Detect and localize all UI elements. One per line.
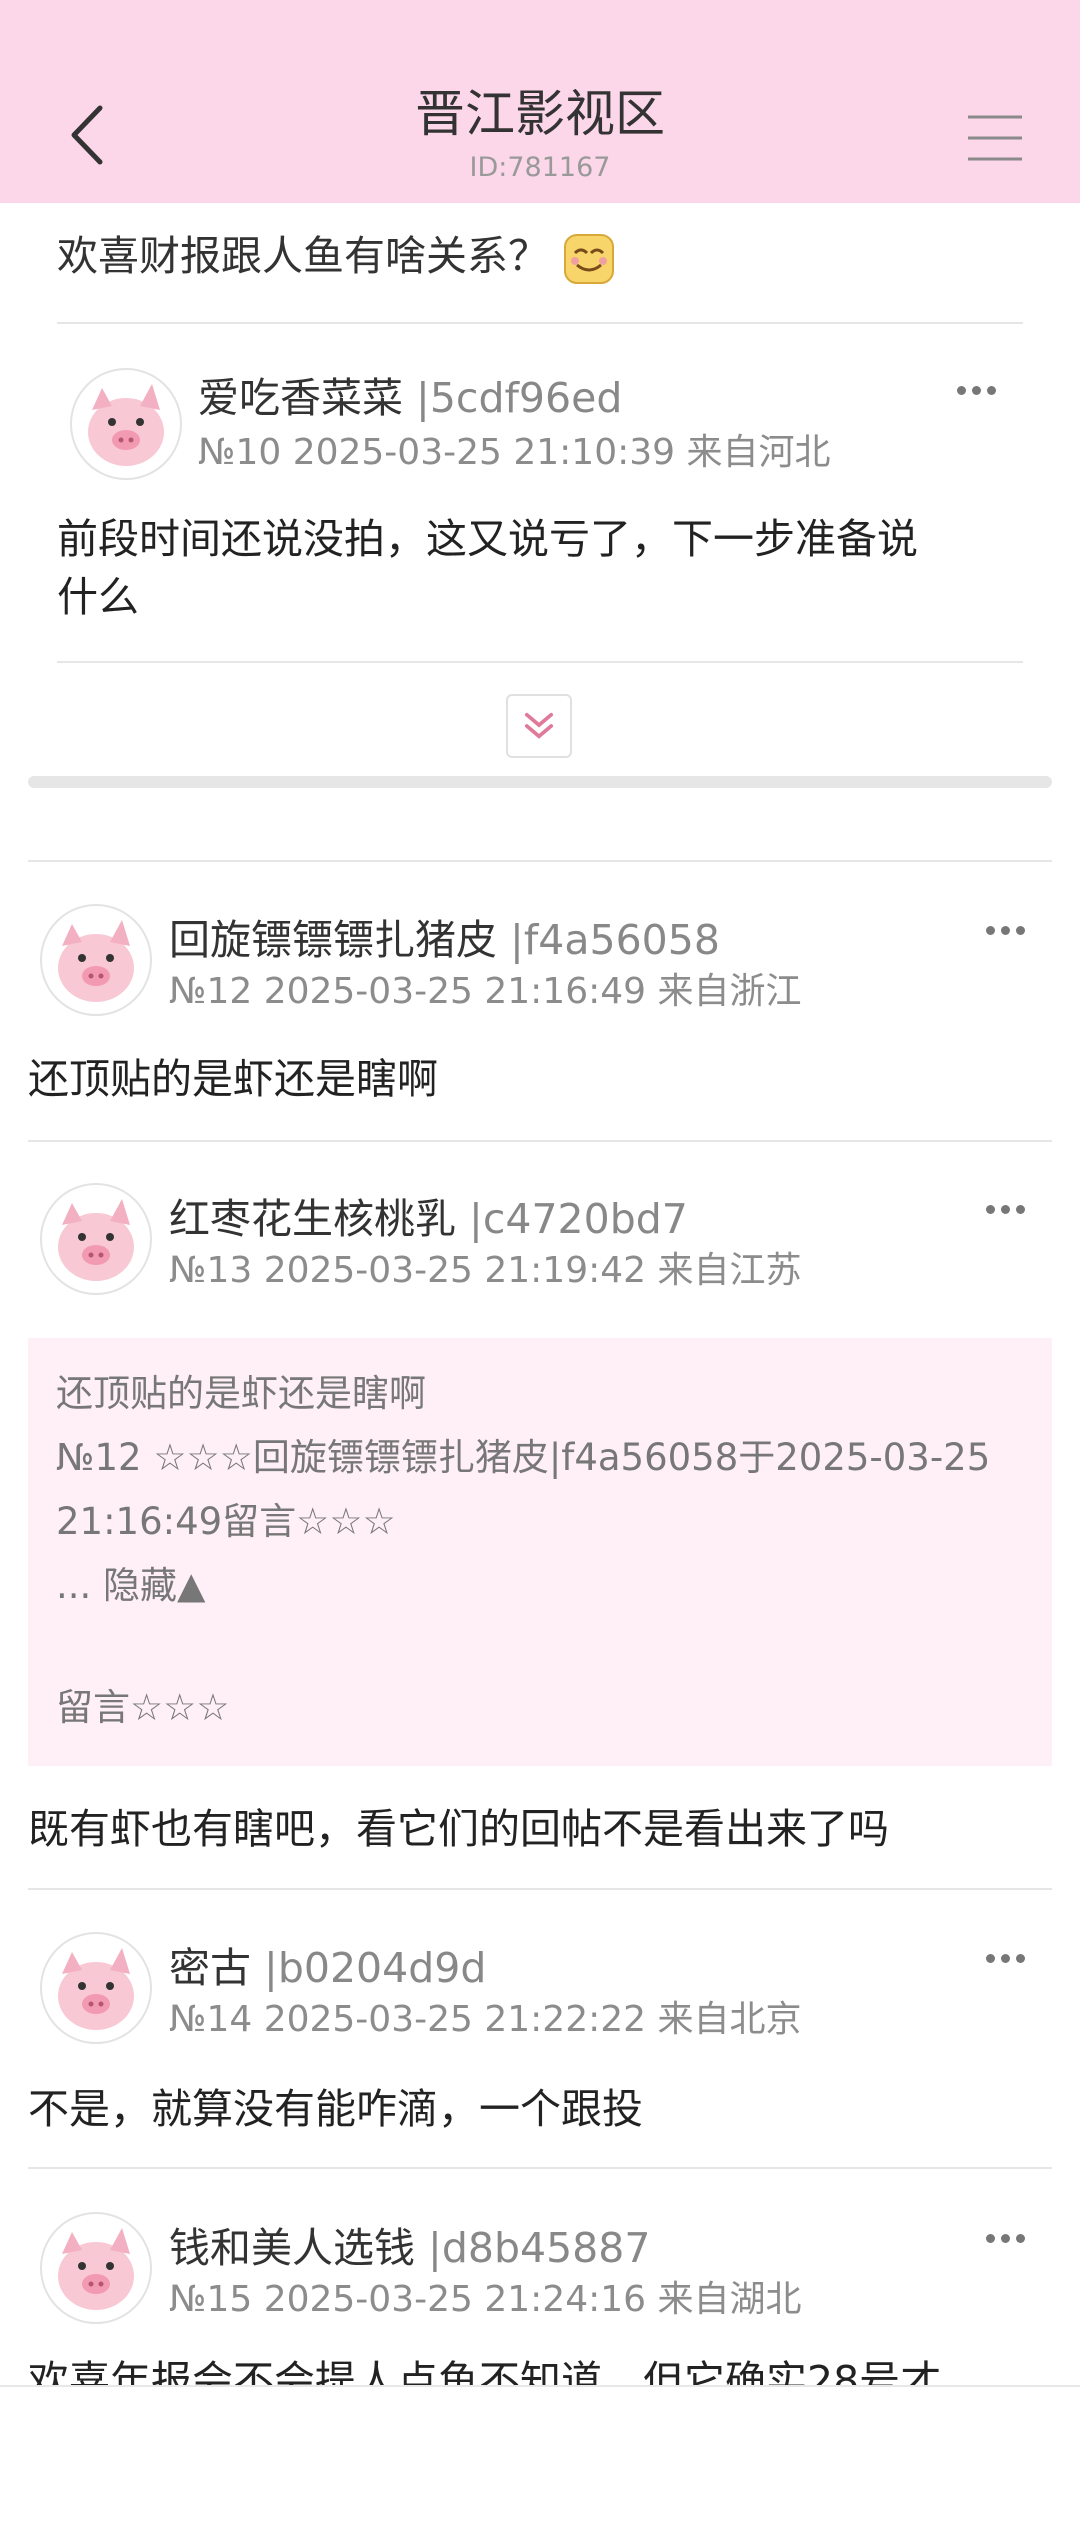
quote-source: 21:16:49留言☆☆☆ (56, 1500, 396, 1543)
avatar[interactable] (40, 904, 152, 1016)
quoted-reply: 还顶贴的是虾还是瞎啊 №12 ☆☆☆回旋镖镖镖扎猪皮|f4a56058于2025… (28, 1338, 1052, 1766)
divider (28, 2167, 1052, 2169)
pig-avatar-icon (58, 1199, 134, 1281)
hide-quote-link[interactable]: ... 隐藏▲ (56, 1562, 206, 1610)
more-icon[interactable] (983, 2228, 1039, 2252)
pig-avatar-icon (58, 1948, 134, 2030)
user-id: |5cdf96ed (403, 374, 623, 422)
avatar[interactable] (40, 1932, 152, 2044)
quote-source: №12 ☆☆☆回旋镖镖镖扎猪皮|f4a56058于2025-03-25 (56, 1436, 991, 1479)
username[interactable]: 红枣花生核桃乳 |c4720bd7 (169, 1191, 688, 1247)
reply-text-content: 欢喜财报跟人鱼有啥关系？ (57, 232, 549, 280)
divider (28, 860, 1052, 862)
username[interactable]: 密古 |b0204d9d (169, 1940, 486, 1996)
expand-replies-button[interactable] (506, 694, 572, 758)
more-icon[interactable] (983, 920, 1039, 944)
post-meta: №13 2025-03-25 21:19:42 来自江苏 (169, 1250, 802, 1291)
pig-avatar-icon (58, 2228, 134, 2310)
username[interactable]: 回旋镖镖镖扎猪皮 |f4a56058 (169, 912, 720, 968)
more-icon[interactable] (954, 380, 1010, 404)
reply-text: 欢喜财报跟人鱼有啥关系？ (57, 220, 1017, 292)
post-text-clipped: 欢喜年报会不会提人点鱼不知道，但它确实28号才 (0, 2330, 1080, 2385)
divider (57, 322, 1023, 324)
page-title: 晋江影视区 (415, 85, 665, 143)
quote-text: 还顶贴的是虾还是瞎啊 (56, 1372, 426, 1415)
username-text: 红枣花生核桃乳 (169, 1195, 456, 1243)
more-icon[interactable] (983, 1199, 1039, 1223)
divider (28, 1140, 1052, 1142)
user-id: |c4720bd7 (456, 1195, 688, 1243)
username-text: 密古 (169, 1944, 251, 1992)
menu-icon[interactable] (966, 113, 1024, 163)
post-text: 欢喜年报会不会提人点鱼不知道，但它确实28号才 (28, 2357, 942, 2385)
pig-avatar-icon (88, 384, 164, 466)
bottom-area (0, 2385, 1080, 2522)
divider (28, 1888, 1052, 1890)
smiling-face-emoji-icon (564, 234, 614, 284)
more-icon[interactable] (983, 1948, 1039, 1972)
forum-id: ID:781167 (469, 152, 611, 183)
username-text: 回旋镖镖镖扎猪皮 (169, 916, 497, 964)
pig-avatar-icon (58, 920, 134, 1002)
user-id: |b0204d9d (251, 1944, 487, 1992)
user-id: |f4a56058 (497, 916, 720, 964)
username[interactable]: 爱吃香菜菜 |5cdf96ed (198, 370, 622, 426)
top-bar: 晋江影视区 ID:781167 (0, 0, 1080, 203)
divider (57, 661, 1023, 663)
post-text: 还顶贴的是虾还是瞎啊 (28, 1055, 438, 1103)
quote-footer: 留言☆☆☆ (56, 1686, 230, 1729)
user-id: |d8b45887 (415, 2224, 651, 2272)
section-divider (28, 776, 1052, 788)
avatar[interactable] (40, 2212, 152, 2324)
post-text: 不是，就算没有能咋滴，一个跟投 (28, 2085, 643, 2133)
username-text: 钱和美人选钱 (169, 2224, 415, 2272)
reply-text-line: 什么 (57, 573, 139, 621)
username[interactable]: 钱和美人选钱 |d8b45887 (169, 2220, 650, 2276)
avatar[interactable] (40, 1183, 152, 1295)
post-meta: №12 2025-03-25 21:16:49 来自浙江 (169, 971, 802, 1012)
username-text: 爱吃香菜菜 (198, 374, 403, 422)
post-meta: №10 2025-03-25 21:10:39 来自河北 (198, 432, 831, 473)
post-meta: №15 2025-03-25 21:24:16 来自湖北 (169, 2279, 802, 2320)
post-text: 既有虾也有瞎吧，看它们的回帖不是看出来了吗 (28, 1805, 889, 1853)
avatar[interactable] (70, 368, 182, 480)
double-chevron-down-icon (524, 712, 554, 739)
reply-text-line: 前段时间还说没拍，这又说亏了，下一步准备说 (57, 515, 918, 563)
reply-text: 前段时间还说没拍，这又说亏了，下一步准备说 什么 (57, 510, 1037, 626)
post-meta: №14 2025-03-25 21:22:22 来自北京 (169, 1999, 802, 2040)
